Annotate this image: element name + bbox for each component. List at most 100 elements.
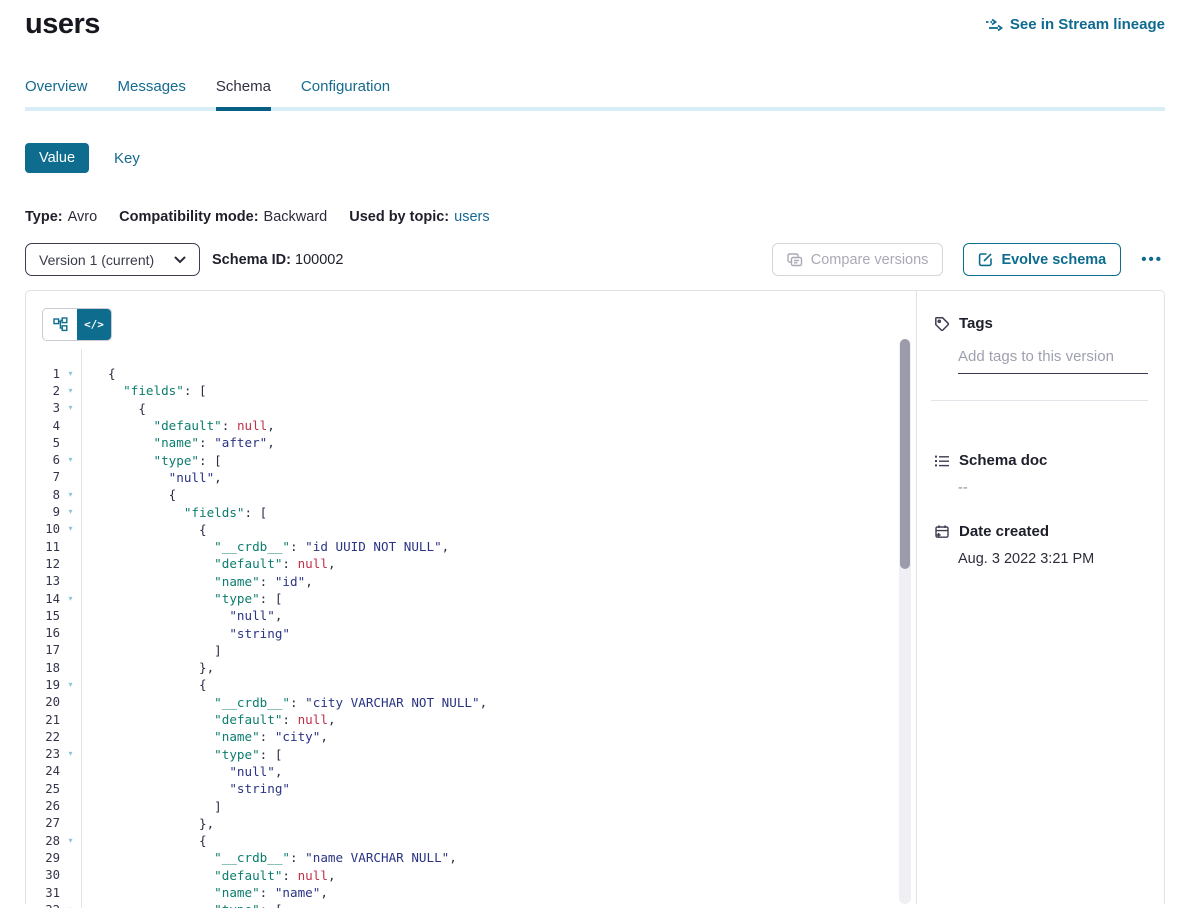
code-line: 5 "name": "after", <box>26 434 916 451</box>
editor-scrollbar-thumb[interactable] <box>900 339 910 569</box>
stream-lineage-icon <box>985 18 1003 32</box>
fold-arrow-icon[interactable]: ▾ <box>60 508 81 516</box>
code-line: 21 "default": null, <box>26 711 916 728</box>
fold-arrow-icon[interactable]: ▾ <box>60 595 81 603</box>
code-line: 28▾ { <box>26 832 916 849</box>
compare-versions-label: Compare versions <box>811 252 929 268</box>
fold-arrow-icon[interactable]: ▾ <box>60 370 81 378</box>
schema-id: Schema ID: 100002 <box>212 252 343 268</box>
tab-bar: Overview Messages Schema Configuration <box>25 78 1165 111</box>
code-line: 31 "name": "name", <box>26 884 916 901</box>
fold-arrow-icon[interactable]: ▾ <box>60 837 81 845</box>
code-line: 22 "name": "city", <box>26 728 916 745</box>
code-view-icon: </> <box>84 318 104 331</box>
page-header: users See in Stream lineage <box>25 0 1165 41</box>
schema-sidebar: Tags Schema doc <box>916 291 1164 904</box>
fold-arrow-icon[interactable]: ▾ <box>60 491 81 499</box>
fold-arrow-icon[interactable]: ▾ <box>60 456 81 464</box>
tab-overview[interactable]: Overview <box>25 78 88 111</box>
tab-messages[interactable]: Messages <box>118 78 186 111</box>
fold-arrow-icon[interactable]: ▾ <box>60 387 81 395</box>
version-select[interactable]: Version 1 (current) <box>25 243 200 276</box>
schema-meta-row: Type:Avro Compatibility mode:Backward Us… <box>25 209 1165 225</box>
fold-arrow-icon[interactable]: ▾ <box>60 681 81 689</box>
code-line: 18 }, <box>26 659 916 676</box>
date-created-heading: Date created <box>934 523 1148 540</box>
code-line: 17 ] <box>26 642 916 659</box>
fold-arrow-icon[interactable]: ▾ <box>60 525 81 533</box>
date-created-section: Date created Aug. 3 2022 3:21 PM <box>934 523 1148 567</box>
used-by-topic: Used by topic:users <box>349 209 489 225</box>
tab-configuration[interactable]: Configuration <box>301 78 390 111</box>
code-view-button[interactable]: </> <box>77 309 111 340</box>
schema-doc-value: -- <box>958 480 1148 496</box>
tags-section: Tags <box>934 315 1148 401</box>
schema-doc-title: Schema doc <box>959 452 1047 469</box>
gutter-divider <box>81 349 82 908</box>
schema-doc-section: Schema doc -- <box>934 452 1148 496</box>
schema-type: Type:Avro <box>25 209 97 225</box>
evolve-schema-button[interactable]: Evolve schema <box>963 243 1121 276</box>
code-line: 27 }, <box>26 815 916 832</box>
calendar-add-icon <box>934 524 950 540</box>
tab-schema[interactable]: Schema <box>216 78 271 111</box>
compare-versions-icon <box>787 253 803 267</box>
schema-detail-panels: </> 1▾{2▾ "fields": [3▾ {4 "default": nu… <box>25 290 1165 904</box>
version-select-value: Version 1 (current) <box>39 252 154 268</box>
code-line: 13 "name": "id", <box>26 573 916 590</box>
code-line: 20 "__crdb__": "city VARCHAR NOT NULL", <box>26 694 916 711</box>
code-line: 32▾ "type": [ <box>26 901 916 908</box>
code-line: 10▾ { <box>26 521 916 538</box>
code-line: 12 "default": null, <box>26 555 916 572</box>
schema-doc-heading: Schema doc <box>934 452 1148 469</box>
compare-versions-button[interactable]: Compare versions <box>772 243 944 276</box>
code-line: 14▾ "type": [ <box>26 590 916 607</box>
fold-arrow-icon[interactable]: ▾ <box>60 906 81 908</box>
code-line: 30 "default": null, <box>26 867 916 884</box>
code-line: 24 "null", <box>26 763 916 780</box>
code-line: 16 "string" <box>26 624 916 641</box>
topic-link[interactable]: users <box>454 209 489 225</box>
tag-icon <box>934 316 950 332</box>
code-line: 23▾ "type": [ <box>26 746 916 763</box>
code-line: 6▾ "type": [ <box>26 451 916 468</box>
code-line: 11 "__crdb__": "id UUID NOT NULL", <box>26 538 916 555</box>
schema-code-panel: </> 1▾{2▾ "fields": [3▾ {4 "default": nu… <box>26 291 916 904</box>
tree-view-button[interactable] <box>43 309 77 340</box>
fold-arrow-icon[interactable]: ▾ <box>60 404 81 412</box>
date-created-value: Aug. 3 2022 3:21 PM <box>958 551 1148 567</box>
compatibility-mode: Compatibility mode:Backward <box>119 209 327 225</box>
add-tags-input[interactable] <box>958 346 1148 374</box>
code-line: 26 ] <box>26 797 916 814</box>
editor-scrollbar[interactable] <box>899 339 911 904</box>
key-toggle-link[interactable]: Key <box>114 150 140 167</box>
editor-toolbar: </> <box>26 291 916 349</box>
code-editor[interactable]: 1▾{2▾ "fields": [3▾ {4 "default": null,5… <box>26 349 916 908</box>
code-line: 1▾{ <box>26 365 916 382</box>
code-line: 3▾ { <box>26 400 916 417</box>
code-editor-lines: 1▾{2▾ "fields": [3▾ {4 "default": null,5… <box>26 349 916 908</box>
edit-icon <box>978 252 993 267</box>
code-line: 25 "string" <box>26 780 916 797</box>
code-line: 8▾ { <box>26 486 916 503</box>
stream-lineage-link[interactable]: See in Stream lineage <box>985 16 1165 33</box>
stream-lineage-label: See in Stream lineage <box>1010 16 1165 33</box>
code-line: 7 "null", <box>26 469 916 486</box>
view-toggle-group: </> <box>42 308 112 341</box>
overflow-menu-button[interactable]: ••• <box>1139 247 1165 272</box>
tags-heading: Tags <box>934 315 1148 332</box>
date-created-title: Date created <box>959 523 1049 540</box>
tags-title: Tags <box>959 315 993 332</box>
fold-arrow-icon[interactable]: ▾ <box>60 750 81 758</box>
code-line: 2▾ "fields": [ <box>26 382 916 399</box>
code-line: 15 "null", <box>26 607 916 624</box>
value-toggle-button[interactable]: Value <box>25 143 89 173</box>
schema-page: users See in Stream lineage Overview Mes… <box>0 0 1189 904</box>
sidebar-divider <box>931 400 1148 401</box>
page-title: users <box>25 8 100 41</box>
tree-view-icon <box>53 317 68 332</box>
code-line: 9▾ "fields": [ <box>26 503 916 520</box>
chevron-down-icon <box>174 256 186 264</box>
code-line: 4 "default": null, <box>26 417 916 434</box>
code-line: 29 "__crdb__": "name VARCHAR NULL", <box>26 849 916 866</box>
